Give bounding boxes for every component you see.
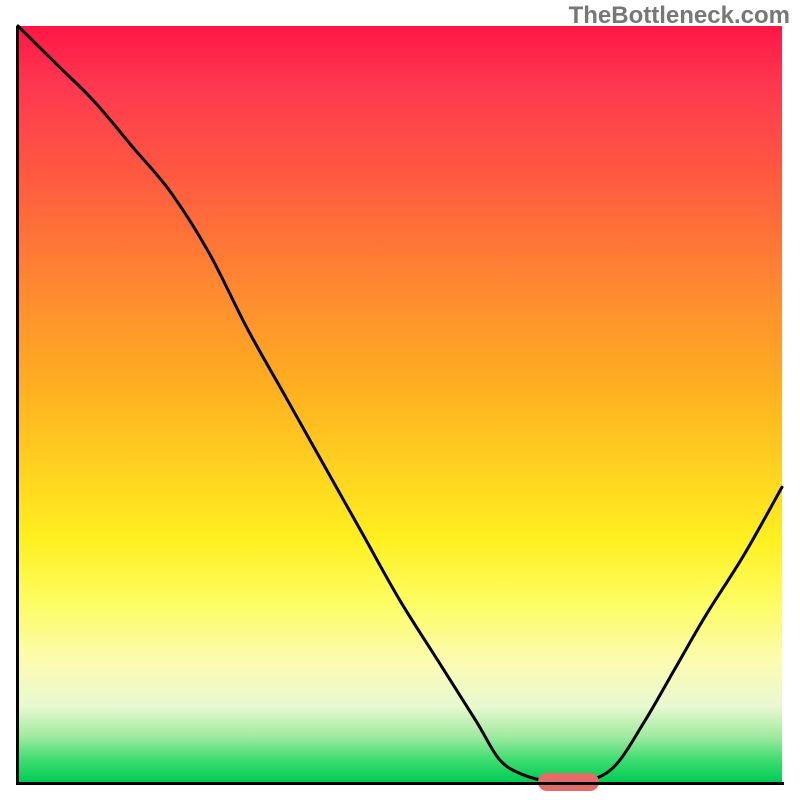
bottleneck-curve-path — [18, 26, 782, 783]
x-axis-line — [16, 782, 784, 785]
curve-layer — [18, 26, 782, 782]
y-axis-line — [16, 26, 19, 784]
bottleneck-chart: TheBottleneck.com — [0, 0, 800, 800]
